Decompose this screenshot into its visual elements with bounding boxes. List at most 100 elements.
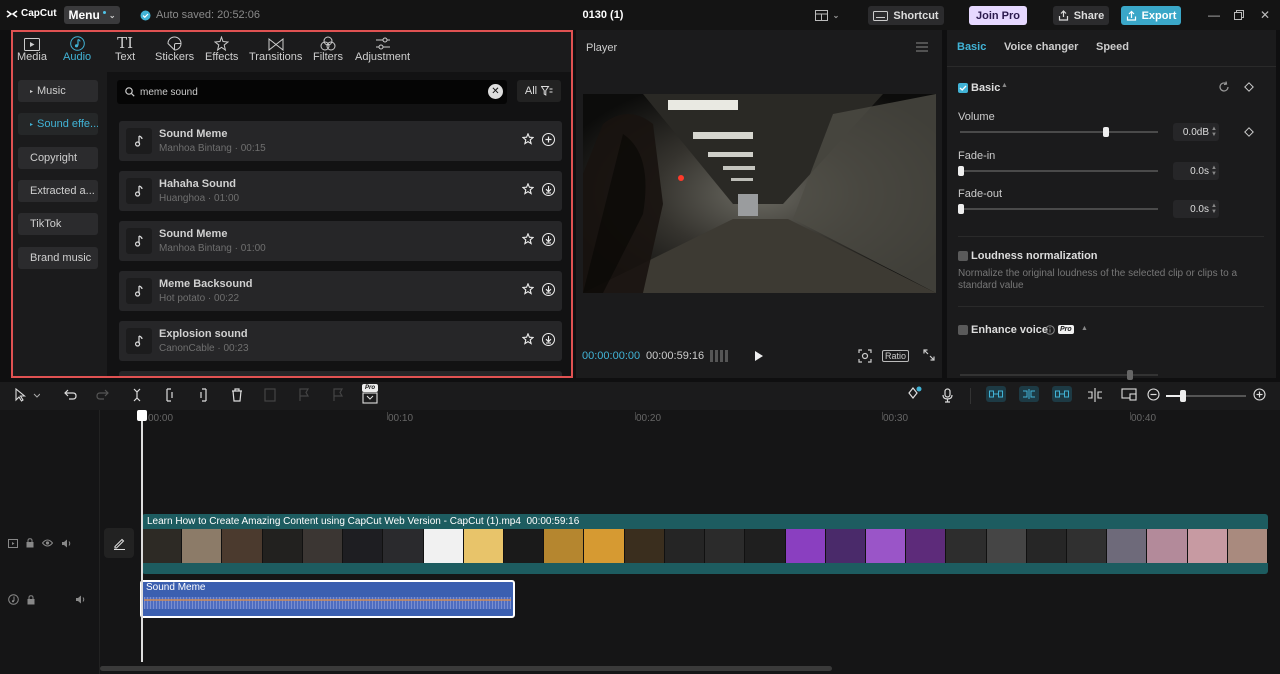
caption-icon[interactable] <box>1121 388 1137 401</box>
magnet-snap-icon[interactable] <box>1019 386 1039 402</box>
audio-clip[interactable]: Sound Meme <box>140 580 515 618</box>
tab-media[interactable]: Media <box>17 34 47 63</box>
list-item[interactable]: Explosion sound CanonCable · 00:23 <box>119 321 562 361</box>
fade-in-value-field[interactable]: 0.0s ▲ ▼ <box>1173 162 1219 180</box>
edit-cover-button[interactable] <box>104 528 134 558</box>
playhead-handle[interactable] <box>137 410 147 421</box>
timeline[interactable]: 00:00 00:10 00:20 00:30 00:40 Learn How … <box>0 410 1280 674</box>
list-item[interactable]: Sound Meme Manhoa Bintang · 01:00 <box>119 221 562 261</box>
share-button[interactable]: Share <box>1053 6 1109 25</box>
shortcut-button[interactable]: Shortcut <box>868 6 944 25</box>
collapse-icon[interactable]: ▲ <box>1081 325 1088 332</box>
link-clips-icon[interactable] <box>986 386 1006 402</box>
lock-icon[interactable] <box>27 594 35 605</box>
tab-basic[interactable]: Basic <box>957 41 986 53</box>
fade-out-slider-handle[interactable] <box>958 204 964 214</box>
preview-axis-icon[interactable] <box>1052 386 1072 402</box>
maximize-icon[interactable] <box>1234 8 1244 20</box>
category-brand-music[interactable]: Brand music <box>18 247 98 269</box>
snapshot-icon[interactable] <box>858 349 872 363</box>
zoom-in-icon[interactable] <box>1253 388 1266 401</box>
category-music[interactable]: ▸ Music <box>18 80 98 102</box>
pro-feature-icon[interactable]: Pro <box>362 384 378 404</box>
favorite-star-icon[interactable] <box>522 283 534 295</box>
tab-adjustment[interactable]: Adjustment <box>355 34 410 63</box>
close-icon[interactable]: ✕ <box>1260 8 1270 22</box>
volume-slider[interactable] <box>960 131 1158 133</box>
timeline-scrollbar[interactable] <box>100 666 832 671</box>
minimize-icon[interactable]: — <box>1208 8 1220 22</box>
layout-button[interactable]: ⌄ <box>812 6 842 25</box>
enhance-voice-checkbox[interactable] <box>958 325 968 335</box>
speaker-icon[interactable] <box>61 539 72 548</box>
list-item[interactable]: Sound Meme Manhoa Bintang · 00:15 <box>119 121 562 161</box>
download-icon[interactable] <box>542 183 555 196</box>
list-item[interactable]: Meme Backsound Hot potato · 00:22 <box>119 271 562 311</box>
project-title[interactable]: 0130 (1) <box>560 9 646 21</box>
delete-icon[interactable] <box>231 388 243 402</box>
tab-filters[interactable]: Filters <box>313 34 343 63</box>
player-menu-icon[interactable] <box>916 42 928 52</box>
collapse-icon[interactable]: ▲ <box>1001 82 1008 89</box>
search-input[interactable]: meme sound ✕ <box>117 80 507 104</box>
microphone-icon[interactable] <box>942 388 953 403</box>
video-clip[interactable]: Learn How to Create Amazing Content usin… <box>142 514 1268 574</box>
playhead[interactable] <box>137 410 147 662</box>
keyframe-icon[interactable] <box>1244 127 1254 137</box>
split-icon[interactable] <box>132 388 142 402</box>
tab-stickers[interactable]: Stickers <box>155 34 194 63</box>
fade-out-slider[interactable] <box>960 208 1158 210</box>
trim-right-icon[interactable] <box>198 388 208 402</box>
stepper-icon[interactable]: ▲ ▼ <box>1211 203 1217 215</box>
category-sound-effects[interactable]: ▸ Sound effe... <box>18 113 98 135</box>
filter-button[interactable]: All <box>517 80 561 102</box>
tab-effects[interactable]: Effects <box>205 34 238 63</box>
play-icon[interactable] <box>754 350 764 362</box>
list-item[interactable] <box>119 371 562 376</box>
fullscreen-icon[interactable] <box>923 349 935 361</box>
clear-search-icon[interactable]: ✕ <box>488 84 503 99</box>
ratio-button[interactable]: Ratio <box>882 350 910 362</box>
trim-left-icon[interactable] <box>165 388 175 402</box>
speaker-icon[interactable] <box>75 595 86 604</box>
tab-audio[interactable]: Audio <box>63 34 91 63</box>
basic-checkbox[interactable] <box>958 83 968 93</box>
fade-out-value-field[interactable]: 0.0s ▲ ▼ <box>1173 200 1219 218</box>
track-cover-icon[interactable] <box>8 538 18 548</box>
favorite-star-icon[interactable] <box>522 233 534 245</box>
visibility-eye-icon[interactable] <box>42 539 53 547</box>
menu-button[interactable]: Menu ⌄ <box>64 6 120 24</box>
tab-speed[interactable]: Speed <box>1096 41 1129 53</box>
stepper-icon[interactable]: ▲ ▼ <box>1211 165 1217 177</box>
list-item[interactable]: Hahaha Sound Huanghoa · 01:00 <box>119 171 562 211</box>
select-tool-icon[interactable] <box>14 388 40 402</box>
info-icon[interactable] <box>1045 325 1055 335</box>
fade-in-slider-handle[interactable] <box>958 166 964 176</box>
zoom-out-icon[interactable] <box>1147 388 1160 401</box>
tab-transitions[interactable]: Transitions <box>249 34 302 63</box>
ai-spark-icon[interactable] <box>906 386 922 402</box>
redo-icon[interactable] <box>96 388 109 401</box>
undo-icon[interactable] <box>64 388 77 401</box>
add-icon[interactable] <box>542 133 555 146</box>
favorite-star-icon[interactable] <box>522 183 534 195</box>
volume-value-field[interactable]: 0.0dB ▲ ▼ <box>1173 123 1219 141</box>
reset-icon[interactable] <box>1218 81 1230 93</box>
fade-in-slider[interactable] <box>960 170 1158 172</box>
loudness-checkbox[interactable] <box>958 251 968 261</box>
keyframe-icon[interactable] <box>1244 82 1254 92</box>
download-icon[interactable] <box>542 333 555 346</box>
category-extracted-audio[interactable]: Extracted a... <box>18 180 98 202</box>
video-preview[interactable] <box>583 94 936 293</box>
category-copyright[interactable]: Copyright <box>18 147 98 169</box>
split-scene-icon[interactable] <box>1087 388 1103 402</box>
download-icon[interactable] <box>542 283 555 296</box>
zoom-slider-handle[interactable] <box>1180 390 1186 402</box>
favorite-star-icon[interactable] <box>522 333 534 345</box>
lock-icon[interactable] <box>26 538 34 548</box>
tab-text[interactable]: TI Text <box>115 34 135 64</box>
join-pro-button[interactable]: Join Pro <box>969 6 1027 25</box>
export-button[interactable]: Export <box>1121 6 1181 25</box>
stepper-icon[interactable]: ▲ ▼ <box>1211 126 1217 138</box>
tab-voice-changer[interactable]: Voice changer <box>1004 41 1078 53</box>
